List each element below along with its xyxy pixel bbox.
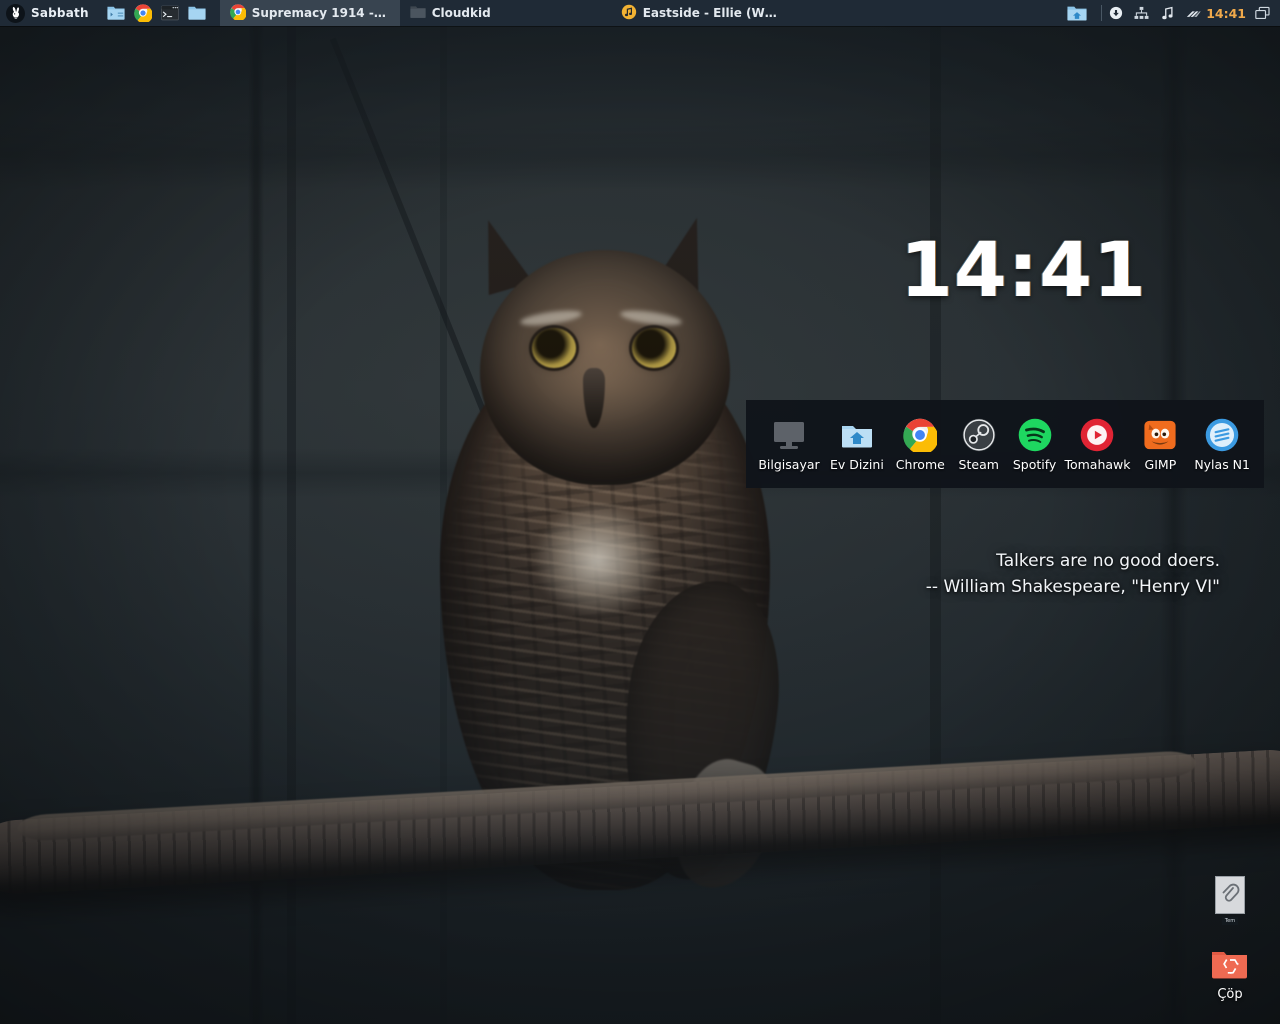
wallpaper-vignette xyxy=(0,0,1280,1024)
spotify-icon xyxy=(1017,417,1053,453)
desktop-wallpaper[interactable] xyxy=(0,0,1280,1024)
dock-item-nylas-n1[interactable]: Nylas N1 xyxy=(1194,417,1250,472)
desktop-icon-label: Tem xyxy=(1221,917,1239,925)
trash-folder-icon xyxy=(1211,948,1249,984)
update-manager-icon[interactable] xyxy=(1108,6,1123,21)
dock-label: Steam xyxy=(958,456,999,472)
task-button-supremacy[interactable]: Supremacy 1914 - 1,3... xyxy=(219,0,400,26)
dock-label: Ev Dizini xyxy=(830,456,884,472)
folder-icon xyxy=(410,5,426,22)
dock-label: Spotify xyxy=(1012,456,1057,472)
tray-icon-group xyxy=(1108,6,1201,21)
music-note-icon xyxy=(621,4,637,23)
window-task-list: Supremacy 1914 - 1,3... Cloudkid Eas xyxy=(214,0,791,26)
dock-item-computer[interactable]: Bilgisayar xyxy=(758,417,820,472)
desktop-quote: Talkers are no good doers. -- William Sh… xyxy=(600,548,1220,601)
steam-icon xyxy=(961,417,997,453)
computer-icon xyxy=(771,417,807,453)
desktop-icon-trash[interactable]: Çöp xyxy=(1194,948,1266,1002)
dock-item-home-directory[interactable]: Ev Dizini xyxy=(830,417,884,472)
dock-item-steam[interactable]: Steam xyxy=(957,417,1001,472)
panel-launchers xyxy=(99,0,214,26)
dock-label: Bilgisayar xyxy=(758,456,820,472)
dock-label: Tomahawk xyxy=(1064,456,1131,472)
terminal-launcher[interactable] xyxy=(160,4,179,22)
gimp-icon xyxy=(1142,417,1178,453)
dock-label: Chrome xyxy=(895,456,945,472)
tomahawk-icon xyxy=(1079,417,1115,453)
task-button-label: Supremacy 1914 - 1,3... xyxy=(251,6,390,20)
tray-separator xyxy=(1101,5,1103,21)
file-manager-launcher[interactable] xyxy=(107,4,125,22)
chrome-icon xyxy=(229,3,247,23)
chrome-icon xyxy=(902,417,938,453)
nylas-icon xyxy=(1204,417,1240,453)
dock-label: Nylas N1 xyxy=(1194,456,1250,472)
application-menu-button[interactable]: Sabbath xyxy=(0,0,99,26)
dock-item-gimp[interactable]: GIMP xyxy=(1138,417,1182,472)
task-button-label: Cloudkid xyxy=(431,6,491,20)
dock-item-chrome[interactable]: Chrome xyxy=(896,417,945,472)
paperclip-icon xyxy=(1215,876,1245,914)
music-note-icon[interactable] xyxy=(1160,6,1175,21)
wifi-icon[interactable] xyxy=(1186,6,1201,21)
desktop-clock: 14:41 xyxy=(900,225,1147,314)
task-button-cloudkid[interactable]: Cloudkid xyxy=(400,0,501,26)
task-button-music-player[interactable]: Eastside - Ellie (Win ... xyxy=(611,0,791,26)
top-panel: Sabbath Supremacy 1914 - 1 Cloudkid East… xyxy=(0,0,1280,26)
home-folder-icon xyxy=(839,417,875,453)
workspace-switcher-icon[interactable] xyxy=(1255,6,1270,21)
task-button-label: Eastside - Ellie (Win ... xyxy=(642,6,781,20)
system-tray: 14:41 xyxy=(1059,0,1280,26)
folder-launcher[interactable] xyxy=(188,4,206,22)
desktop-icon-attachment-file[interactable]: Tem xyxy=(1194,876,1266,925)
bunny-logo-icon xyxy=(6,3,25,23)
quote-attribution: -- William Shakespeare, "Henry VI" xyxy=(925,577,1220,598)
application-dock[interactable]: Bilgisayar Ev Dizini Chrome Steam Spotif… xyxy=(746,400,1264,488)
desktop-icon-label: Çöp xyxy=(1217,987,1243,1002)
network-icon[interactable] xyxy=(1134,6,1149,21)
menu-button-label: Sabbath xyxy=(31,6,89,20)
dock-item-tomahawk[interactable]: Tomahawk xyxy=(1064,417,1131,472)
dock-item-spotify[interactable]: Spotify xyxy=(1013,417,1057,472)
quote-text: Talkers are no good doers. xyxy=(996,551,1220,571)
panel-clock[interactable]: 14:41 xyxy=(1206,6,1246,21)
panel-spacer xyxy=(791,0,1060,26)
dock-label: GIMP xyxy=(1144,456,1177,472)
home-folder-tray-launcher[interactable] xyxy=(1059,5,1095,22)
chrome-launcher[interactable] xyxy=(133,4,152,22)
